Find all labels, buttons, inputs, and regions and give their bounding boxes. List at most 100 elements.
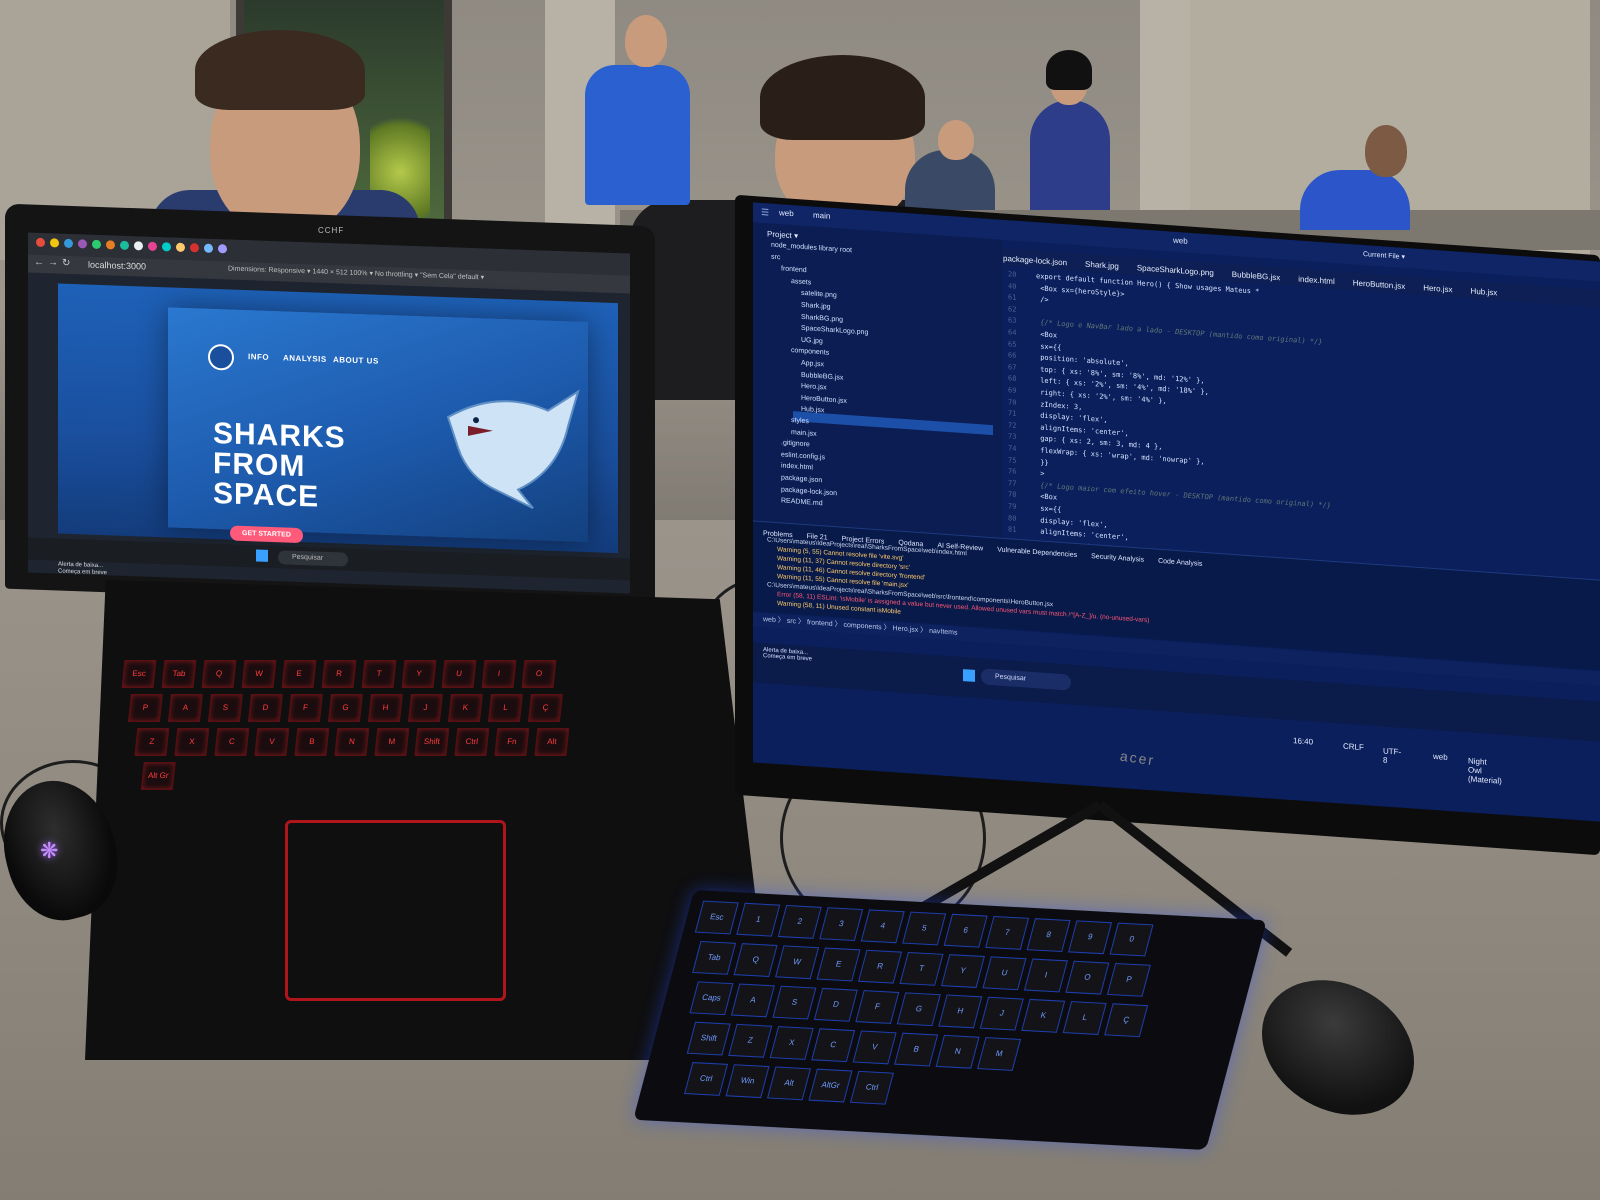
key[interactable]: D <box>247 694 283 722</box>
key[interactable]: C <box>811 1028 856 1063</box>
key[interactable]: E <box>281 660 317 688</box>
editor-tab[interactable]: index.html <box>1298 271 1334 292</box>
windows-start-icon[interactable] <box>963 669 975 682</box>
key[interactable]: 5 <box>902 911 947 946</box>
editor-tab[interactable]: package-lock.json <box>1003 250 1067 272</box>
taskbar-search[interactable]: Pesquisar <box>278 550 348 567</box>
key[interactable]: AltGr <box>808 1068 853 1103</box>
key[interactable]: X <box>174 728 210 756</box>
encoding-indicator[interactable]: UTF-8 <box>1383 746 1401 765</box>
key[interactable]: Ctrl <box>454 728 490 756</box>
problems-tab[interactable]: Vulnerable Dependencies <box>997 546 1077 559</box>
key[interactable]: 2 <box>777 904 822 939</box>
key[interactable]: K <box>1021 998 1066 1033</box>
taskbar-search[interactable]: Pesquisar <box>981 668 1071 691</box>
project-panel-title[interactable]: Project ▾ <box>767 229 798 240</box>
key[interactable]: S <box>207 694 243 722</box>
key[interactable]: B <box>894 1032 939 1067</box>
key[interactable]: E <box>816 947 861 982</box>
line-ending-indicator[interactable]: CRLF <box>1343 742 1364 752</box>
editor-tab[interactable]: Hub.jsx <box>1471 283 1498 303</box>
key[interactable]: Alt <box>767 1066 812 1101</box>
key[interactable]: Ç <box>527 694 563 722</box>
tab-favicon-icon[interactable] <box>120 240 129 251</box>
editor-tab[interactable]: BubbleBG.jsx <box>1232 266 1280 287</box>
tab-favicon-icon[interactable] <box>218 244 227 254</box>
key[interactable]: I <box>481 660 517 688</box>
tab-favicon-icon[interactable] <box>36 237 45 248</box>
nav-link-about-us[interactable]: ABOUT US <box>333 355 379 366</box>
tree-item[interactable]: main.jsx <box>791 429 817 438</box>
tab-favicon-icon[interactable] <box>92 239 101 250</box>
key[interactable]: G <box>327 694 363 722</box>
key[interactable]: N <box>935 1034 980 1069</box>
key[interactable]: H <box>367 694 403 722</box>
key[interactable]: L <box>487 694 523 722</box>
key[interactable]: O <box>1065 960 1110 995</box>
key[interactable]: V <box>852 1030 897 1065</box>
key[interactable]: R <box>858 949 903 984</box>
key[interactable]: Z <box>728 1023 773 1058</box>
key[interactable]: P <box>1106 962 1151 997</box>
editor-tab[interactable]: Shark.jpg <box>1085 256 1119 276</box>
key[interactable]: J <box>979 996 1024 1031</box>
key[interactable]: F <box>855 990 900 1024</box>
back-arrow-icon[interactable]: ← <box>34 257 44 268</box>
touchpad[interactable] <box>285 820 506 1001</box>
tree-item[interactable]: components <box>791 347 829 357</box>
tree-item[interactable]: BubbleBG.jsx <box>801 371 843 381</box>
key[interactable]: Q <box>733 943 778 977</box>
tab-favicon-icon[interactable] <box>190 243 199 253</box>
key[interactable]: 4 <box>860 909 905 944</box>
tree-item[interactable]: .gitignore <box>781 440 810 449</box>
tab-favicon-icon[interactable] <box>50 238 59 248</box>
key[interactable]: Shift <box>414 728 450 756</box>
key[interactable]: X <box>769 1026 814 1060</box>
tree-item[interactable]: satelite.png <box>801 290 837 300</box>
key[interactable]: T <box>899 951 944 986</box>
hamburger-menu-icon[interactable]: ☰ <box>761 207 769 219</box>
tree-item[interactable]: frontend <box>781 266 807 275</box>
key[interactable]: F <box>287 694 323 722</box>
key[interactable]: N <box>334 728 370 756</box>
nav-link-info[interactable]: INFO <box>248 352 269 362</box>
nav-link-analysis[interactable]: ANALYSIS <box>283 353 327 364</box>
get-started-button[interactable]: GET STARTED <box>230 525 303 544</box>
editor-tab[interactable]: HeroButton.jsx <box>1353 274 1405 296</box>
theme-indicator[interactable]: Night Owl (Material) <box>1468 756 1502 785</box>
key[interactable]: Y <box>401 660 437 688</box>
key[interactable]: Shift <box>686 1021 731 1056</box>
key[interactable]: Z <box>134 728 170 756</box>
tab-favicon-icon[interactable] <box>204 243 213 253</box>
key[interactable]: U <box>982 956 1027 991</box>
key[interactable]: Q <box>201 660 237 688</box>
key[interactable]: G <box>896 992 941 1027</box>
key[interactable]: V <box>254 728 290 756</box>
tab-favicon-icon[interactable] <box>176 242 185 252</box>
tab-favicon-icon[interactable] <box>78 239 87 249</box>
key[interactable]: Ctrl <box>684 1062 729 1096</box>
problems-tab[interactable]: Security Analysis <box>1091 553 1144 564</box>
key[interactable]: Ctrl <box>849 1070 894 1105</box>
key[interactable]: M <box>374 728 410 756</box>
tree-item[interactable]: HeroButton.jsx <box>801 395 847 405</box>
key[interactable]: A <box>730 983 775 1018</box>
key[interactable]: L <box>1062 1001 1107 1035</box>
tree-item[interactable]: index.html <box>781 463 813 472</box>
key[interactable]: J <box>407 694 443 722</box>
key[interactable]: Alt <box>534 728 570 756</box>
run-project-label[interactable]: web <box>1173 236 1188 246</box>
key[interactable]: D <box>813 987 858 1022</box>
reload-icon[interactable]: ↻ <box>62 258 70 269</box>
key[interactable]: W <box>775 945 820 980</box>
key[interactable]: O <box>521 660 557 688</box>
key[interactable]: 6 <box>943 913 988 948</box>
tree-item[interactable]: package-lock.json <box>781 486 837 497</box>
key[interactable]: W <box>241 660 277 688</box>
tree-item[interactable]: App.jsx <box>801 360 824 369</box>
project-switcher[interactable]: web <box>779 208 794 218</box>
key[interactable]: B <box>294 728 330 756</box>
key[interactable]: Fn <box>494 728 530 756</box>
key[interactable]: Alt Gr <box>140 762 176 790</box>
key[interactable]: H <box>938 994 983 1029</box>
